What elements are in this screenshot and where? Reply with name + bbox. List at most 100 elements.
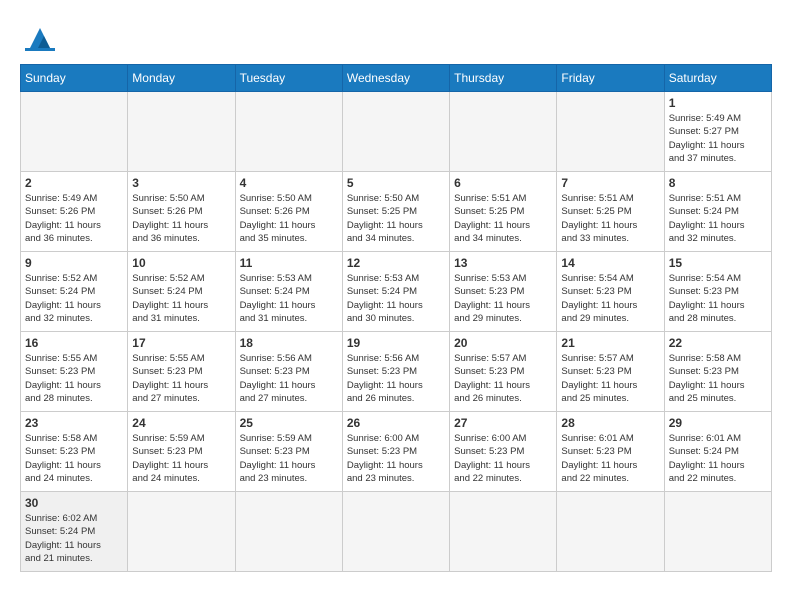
calendar-day-cell: 19Sunrise: 5:56 AM Sunset: 5:23 PM Dayli… [342,332,449,412]
day-of-week-header: Saturday [664,65,771,92]
day-number: 23 [25,416,123,430]
calendar-table: SundayMondayTuesdayWednesdayThursdayFrid… [20,64,772,572]
day-of-week-header: Tuesday [235,65,342,92]
day-info: Sunrise: 5:54 AM Sunset: 5:23 PM Dayligh… [561,272,659,325]
calendar-day-cell [450,492,557,572]
day-number: 25 [240,416,338,430]
calendar-day-cell: 23Sunrise: 5:58 AM Sunset: 5:23 PM Dayli… [21,412,128,492]
calendar-day-cell [235,92,342,172]
day-number: 6 [454,176,552,190]
day-of-week-header: Monday [128,65,235,92]
day-number: 16 [25,336,123,350]
calendar-day-cell: 24 Sunrise: 5:59 AM Sunset: 5:23 PM Dayli… [128,412,235,492]
day-number: 24 [132,416,230,430]
day-info: Sunrise: 5:59 AM Sunset: 5:23 PM Dayligh… [132,432,230,485]
calendar-day-cell [342,492,449,572]
day-info: Sunrise: 5:55 AM Sunset: 5:23 PM Dayligh… [25,352,123,405]
calendar-day-cell: 6Sunrise: 5:51 AM Sunset: 5:25 PM Daylig… [450,172,557,252]
calendar-day-cell: 14Sunrise: 5:54 AM Sunset: 5:23 PM Dayli… [557,252,664,332]
day-number: 1 [669,96,767,110]
day-info: Sunrise: 5:53 AM Sunset: 5:23 PM Dayligh… [454,272,552,325]
day-number: 12 [347,256,445,270]
day-number: 29 [669,416,767,430]
day-info: Sunrise: 5:53 AM Sunset: 5:24 PM Dayligh… [347,272,445,325]
day-of-week-header: Friday [557,65,664,92]
calendar-week-row: 23Sunrise: 5:58 AM Sunset: 5:23 PM Dayli… [21,412,772,492]
day-number: 11 [240,256,338,270]
calendar-day-cell: 7 Sunrise: 5:51 AM Sunset: 5:25 PM Daylig… [557,172,664,252]
day-of-week-header: Wednesday [342,65,449,92]
calendar-day-cell: 20 Sunrise: 5:57 AM Sunset: 5:23 PM Dayli… [450,332,557,412]
day-number: 15 [669,256,767,270]
calendar-day-cell: 11 Sunrise: 5:53 AM Sunset: 5:24 PM Dayli… [235,252,342,332]
day-info: Sunrise: 5:49 AM Sunset: 5:26 PM Dayligh… [25,192,123,245]
calendar-day-cell: 18Sunrise: 5:56 AM Sunset: 5:23 PM Dayli… [235,332,342,412]
day-number: 2 [25,176,123,190]
calendar-day-cell: 13 Sunrise: 5:53 AM Sunset: 5:23 PM Dayli… [450,252,557,332]
day-info: Sunrise: 5:55 AM Sunset: 5:23 PM Dayligh… [132,352,230,405]
day-number: 27 [454,416,552,430]
calendar-header-row: SundayMondayTuesdayWednesdayThursdayFrid… [21,65,772,92]
calendar-week-row: 1Sunrise: 5:49 AM Sunset: 5:27 PM Daylig… [21,92,772,172]
day-of-week-header: Thursday [450,65,557,92]
calendar-day-cell: 4 Sunrise: 5:50 AM Sunset: 5:26 PM Daylig… [235,172,342,252]
calendar-day-cell: 29 Sunrise: 6:01 AM Sunset: 5:24 PM Dayli… [664,412,771,492]
calendar-week-row: 30 Sunrise: 6:02 AM Sunset: 5:24 PM Dayli… [21,492,772,572]
day-info: Sunrise: 5:53 AM Sunset: 5:24 PM Dayligh… [240,272,338,325]
calendar-day-cell [128,92,235,172]
calendar-day-cell [664,492,771,572]
day-info: Sunrise: 5:52 AM Sunset: 5:24 PM Dayligh… [25,272,123,325]
calendar-day-cell: 5Sunrise: 5:50 AM Sunset: 5:25 PM Daylig… [342,172,449,252]
calendar-day-cell: 30 Sunrise: 6:02 AM Sunset: 5:24 PM Dayli… [21,492,128,572]
day-info: Sunrise: 6:02 AM Sunset: 5:24 PM Dayligh… [25,512,123,565]
calendar-day-cell: 17 Sunrise: 5:55 AM Sunset: 5:23 PM Dayli… [128,332,235,412]
calendar-day-cell [342,92,449,172]
day-number: 28 [561,416,659,430]
day-info: Sunrise: 5:58 AM Sunset: 5:23 PM Dayligh… [669,352,767,405]
day-number: 26 [347,416,445,430]
calendar-day-cell: 26 Sunrise: 6:00 AM Sunset: 5:23 PM Dayli… [342,412,449,492]
day-number: 17 [132,336,230,350]
day-info: Sunrise: 5:50 AM Sunset: 5:26 PM Dayligh… [240,192,338,245]
generalblue-icon [20,20,60,54]
calendar-day-cell: 22 Sunrise: 5:58 AM Sunset: 5:23 PM Dayli… [664,332,771,412]
calendar-day-cell: 16 Sunrise: 5:55 AM Sunset: 5:23 PM Dayli… [21,332,128,412]
day-number: 21 [561,336,659,350]
day-number: 13 [454,256,552,270]
day-info: Sunrise: 5:50 AM Sunset: 5:26 PM Dayligh… [132,192,230,245]
calendar-day-cell [557,492,664,572]
day-number: 3 [132,176,230,190]
day-number: 10 [132,256,230,270]
calendar-day-cell: 8Sunrise: 5:51 AM Sunset: 5:24 PM Daylig… [664,172,771,252]
day-number: 9 [25,256,123,270]
logo [20,20,66,54]
day-number: 20 [454,336,552,350]
calendar-day-cell: 2 Sunrise: 5:49 AM Sunset: 5:26 PM Daylig… [21,172,128,252]
day-info: Sunrise: 5:59 AM Sunset: 5:23 PM Dayligh… [240,432,338,485]
day-info: Sunrise: 5:51 AM Sunset: 5:25 PM Dayligh… [561,192,659,245]
calendar-day-cell: 12 Sunrise: 5:53 AM Sunset: 5:24 PM Dayli… [342,252,449,332]
day-info: Sunrise: 5:52 AM Sunset: 5:24 PM Dayligh… [132,272,230,325]
day-info: Sunrise: 6:01 AM Sunset: 5:24 PM Dayligh… [669,432,767,485]
calendar-day-cell: 9 Sunrise: 5:52 AM Sunset: 5:24 PM Daylig… [21,252,128,332]
day-info: Sunrise: 5:54 AM Sunset: 5:23 PM Dayligh… [669,272,767,325]
day-info: Sunrise: 5:50 AM Sunset: 5:25 PM Dayligh… [347,192,445,245]
day-number: 7 [561,176,659,190]
calendar-day-cell: 21 Sunrise: 5:57 AM Sunset: 5:23 PM Dayli… [557,332,664,412]
calendar-day-cell: 1Sunrise: 5:49 AM Sunset: 5:27 PM Daylig… [664,92,771,172]
calendar-week-row: 2 Sunrise: 5:49 AM Sunset: 5:26 PM Daylig… [21,172,772,252]
day-info: Sunrise: 5:57 AM Sunset: 5:23 PM Dayligh… [454,352,552,405]
calendar-day-cell: 27Sunrise: 6:00 AM Sunset: 5:23 PM Dayli… [450,412,557,492]
day-info: Sunrise: 5:56 AM Sunset: 5:23 PM Dayligh… [240,352,338,405]
day-number: 22 [669,336,767,350]
day-number: 30 [25,496,123,510]
calendar-day-cell: 25 Sunrise: 5:59 AM Sunset: 5:23 PM Dayli… [235,412,342,492]
calendar-week-row: 9 Sunrise: 5:52 AM Sunset: 5:24 PM Daylig… [21,252,772,332]
day-info: Sunrise: 5:51 AM Sunset: 5:24 PM Dayligh… [669,192,767,245]
day-number: 4 [240,176,338,190]
calendar-day-cell: 10 Sunrise: 5:52 AM Sunset: 5:24 PM Dayli… [128,252,235,332]
day-info: Sunrise: 6:01 AM Sunset: 5:23 PM Dayligh… [561,432,659,485]
day-info: Sunrise: 6:00 AM Sunset: 5:23 PM Dayligh… [347,432,445,485]
calendar-day-cell: 28 Sunrise: 6:01 AM Sunset: 5:23 PM Dayli… [557,412,664,492]
day-info: Sunrise: 5:57 AM Sunset: 5:23 PM Dayligh… [561,352,659,405]
